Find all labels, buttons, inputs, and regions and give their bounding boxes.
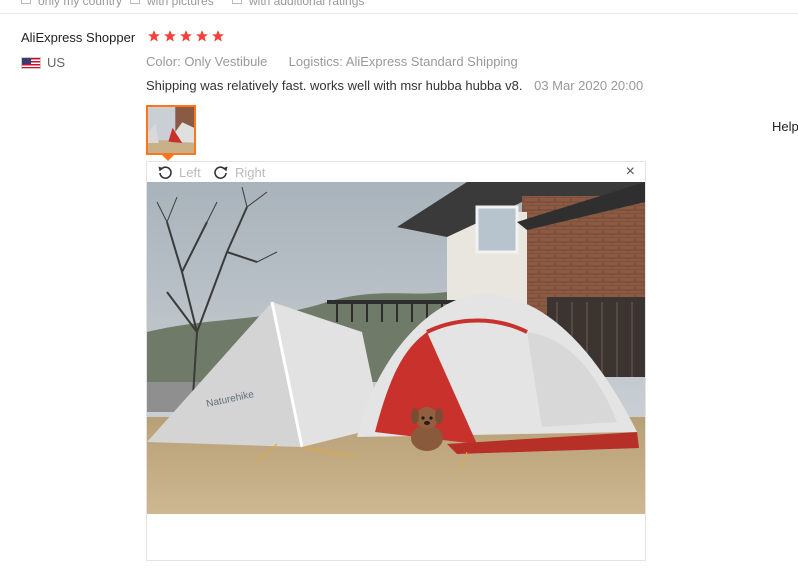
star-icon: [148, 30, 160, 42]
star-icon: [196, 30, 208, 42]
close-icon[interactable]: ×: [626, 164, 635, 180]
rotate-left-button[interactable]: Left: [157, 164, 201, 180]
logistics-value: AliExpress Standard Shipping: [345, 54, 518, 69]
filter-checkbox-ratings[interactable]: [232, 0, 242, 4]
rotate-left-icon: [158, 166, 172, 179]
logistics-label: Logistics:: [288, 54, 343, 69]
buyer-country: US: [21, 55, 65, 70]
rotate-right-label: Right: [235, 164, 266, 180]
rotate-right-button[interactable]: Right: [213, 164, 265, 180]
color-value: Only Vestibule: [184, 54, 268, 69]
filter-checkbox-my-country[interactable]: [21, 0, 31, 4]
review-photo: Naturehike: [147, 182, 645, 514]
star-icon: [164, 30, 176, 42]
review-date: 03 Mar 2020 20:00: [534, 78, 644, 93]
country-code: US: [47, 55, 66, 70]
product-meta: Color: Only Vestibule Logistics: AliExpr…: [146, 54, 518, 69]
filter-strip: only my country with pictures with addit…: [0, 0, 798, 14]
filter-label-pictures: with pictures: [147, 0, 214, 8]
rotate-right-icon: [214, 166, 228, 179]
star-rating: [147, 29, 225, 43]
color-label: Color:: [146, 54, 181, 69]
help-link[interactable]: Help: [772, 119, 798, 134]
review-content: Shipping was relatively fast. works well…: [146, 78, 643, 93]
photo-viewer: Left Right × Naturehike: [146, 161, 646, 561]
filter-label-ratings: with additional ratings: [249, 0, 365, 8]
review-text: Shipping was relatively fast. works well…: [146, 78, 523, 93]
us-flag-icon: [21, 56, 41, 69]
star-icon: [180, 30, 192, 42]
buyer-name: AliExpress Shopper: [21, 30, 136, 45]
photo-viewer-toolbar: Left Right ×: [147, 162, 645, 183]
filter-label-my-country: only my country: [38, 0, 123, 8]
filter-checkbox-pictures[interactable]: [130, 0, 140, 4]
review-photo-thumbnail[interactable]: [146, 105, 196, 155]
star-icon: [212, 30, 224, 42]
rotate-left-label: Left: [179, 164, 201, 180]
